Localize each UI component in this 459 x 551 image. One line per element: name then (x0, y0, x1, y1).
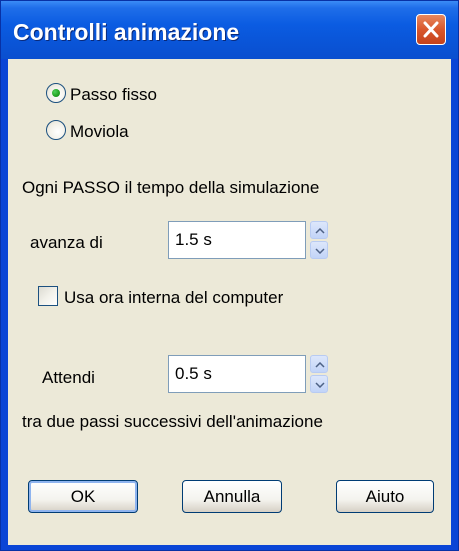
wait-value-field[interactable]: 0.5 s (168, 355, 306, 393)
radio-moviola[interactable] (46, 120, 66, 140)
title-bar[interactable]: Controlli animazione (1, 1, 458, 59)
wait-description: tra due passi successivi dell'animazione (22, 412, 323, 431)
radio-selected-dot (52, 89, 60, 97)
radio-passo-fisso-label[interactable]: Passo fisso (70, 85, 157, 105)
help-button[interactable]: Aiuto (336, 480, 434, 513)
close-icon (423, 21, 439, 38)
dialog-body: Passo fisso Moviola Ogni PASSO il tempo … (8, 59, 451, 545)
step-description: Ogni PASSO il tempo della simulazione (22, 178, 320, 197)
spin-up-icon (315, 362, 325, 368)
radio-passo-fisso[interactable] (46, 83, 66, 103)
dialog-window: Controlli animazione Passo fisso Moviola… (0, 0, 459, 551)
internal-clock-checkbox[interactable] (38, 286, 58, 306)
internal-clock-label[interactable]: Usa ora interna del computer (64, 288, 283, 308)
advance-spinner (310, 221, 328, 259)
advance-spin-up-button[interactable] (310, 221, 328, 239)
advance-label: avanza di (30, 233, 103, 252)
spin-up-icon (315, 228, 325, 234)
close-button[interactable] (416, 14, 446, 45)
window-title: Controlli animazione (13, 19, 240, 45)
cancel-button[interactable]: Annulla (182, 480, 282, 513)
spin-down-icon (315, 382, 325, 388)
ok-button[interactable]: OK (28, 480, 138, 513)
wait-spin-down-button[interactable] (310, 375, 328, 393)
advance-spin-down-button[interactable] (310, 241, 328, 259)
wait-spinner (310, 355, 328, 393)
wait-label: Attendi (42, 368, 95, 387)
wait-spin-up-button[interactable] (310, 355, 328, 373)
radio-moviola-label[interactable]: Moviola (70, 122, 129, 142)
spin-down-icon (315, 248, 325, 254)
advance-value-field[interactable]: 1.5 s (168, 221, 306, 259)
